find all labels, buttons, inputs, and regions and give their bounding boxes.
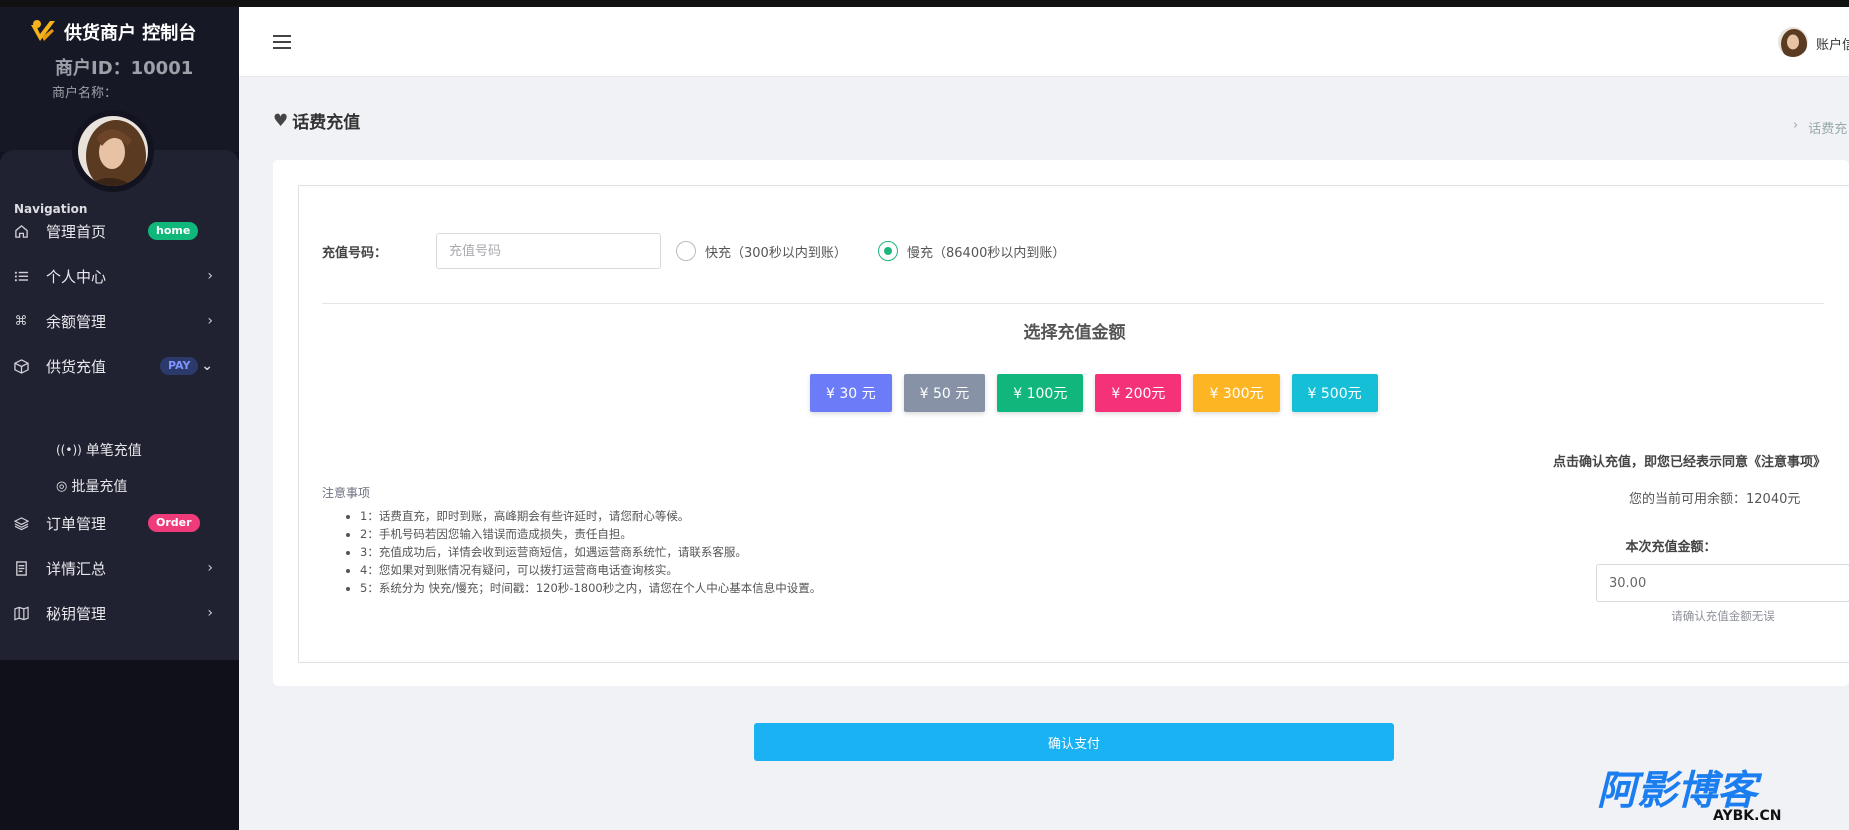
chevron-right-icon: ›	[207, 605, 213, 621]
agree-text: 点击确认充值，即您已经表示同意《注意事项》	[1552, 455, 1826, 470]
watermark-logo: 阿影博客 AYBK.CN	[1597, 768, 1781, 822]
chrome-icon: ◎	[56, 478, 68, 494]
sidebar-item-label: 管理首页	[46, 222, 107, 241]
page-title: ♥ 话费充值	[273, 108, 361, 134]
notes-item: 2：手机号码若因您输入错误而造成损失，责任自担。	[360, 525, 821, 543]
sidebar-subitem-label: 批量充值	[71, 479, 128, 495]
sidebar-item-label: 个人中心	[46, 267, 107, 286]
chevron-right-icon: ›	[207, 560, 213, 576]
recharge-card: 充值号码： 快充（300秒以内到账） 慢充（86400秒以内到账） 选择充值金额…	[273, 160, 1849, 686]
document-icon	[13, 560, 29, 576]
brand[interactable]: 供货商户 控制台	[28, 17, 196, 47]
amount-button-100[interactable]: ¥ 100元	[997, 374, 1084, 412]
breadcrumb-current[interactable]: 话费充	[1808, 118, 1847, 137]
notes-title: 注意事项	[322, 486, 371, 500]
sidebar-item-label: 订单管理	[46, 514, 107, 533]
recharge-form: 充值号码： 快充（300秒以内到账） 慢充（86400秒以内到账） 选择充值金额…	[298, 185, 1849, 663]
divider	[322, 303, 1824, 304]
notes-item: 1：话费直充，即时到账，高峰期会有些许延时，请您耐心等候。	[360, 507, 821, 525]
chevron-down-icon: ⌄	[201, 358, 213, 374]
recharge-number-input[interactable]	[436, 233, 661, 269]
sidebar-item-profile[interactable]: 个人中心 ›	[0, 256, 239, 296]
sidebar-item-supply-recharge[interactable]: 供货充值 PAY ⌄	[0, 346, 239, 386]
layers-icon	[13, 515, 29, 531]
notes-item: 4：您如果对到账情况有疑问，可以拨打运营商电话查询核实。	[360, 561, 821, 579]
sidebar-item-label: 供货充值	[46, 357, 107, 376]
sidebar-avatar-frame	[72, 110, 154, 192]
user-avatar-image-icon	[1778, 27, 1808, 57]
amount-section-title: 选择充值金额	[1023, 323, 1126, 343]
amount-button-30[interactable]: ¥ 30 元	[810, 374, 892, 412]
chevron-right-icon: ›	[207, 268, 213, 284]
amount-hint: 请确认充值金额无误	[1671, 609, 1775, 623]
sidebar-nav: Navigation 管理首页 home 个人中心 › ⌘ 余额管理 › 供货充…	[0, 150, 239, 660]
amount-label: 本次充值金额：	[1625, 540, 1717, 555]
sidebar-item-home[interactable]: 管理首页 home	[0, 211, 239, 251]
radio-slow[interactable]: 慢充（86400秒以内到账）	[878, 241, 1065, 261]
notes-item: 5：系统分为 快充/慢充；时间戳：120秒-1800秒之内，请您在个人中心基本信…	[360, 579, 821, 597]
user-avatar[interactable]	[1778, 27, 1808, 57]
avatar[interactable]	[78, 116, 148, 186]
topbar: 账户信	[239, 7, 1849, 77]
amount-button-300[interactable]: ¥ 300元	[1193, 374, 1280, 412]
brand-title: 供货商户 控制台	[64, 23, 197, 44]
box-icon	[13, 358, 29, 374]
command-icon: ⌘	[14, 313, 28, 329]
top-strip	[0, 0, 1849, 7]
notes-list: 1：话费直充，即时到账，高峰期会有些许延时，请您耐心等候。 2：手机号码若因您输…	[322, 507, 821, 597]
amount-buttons: ¥ 30 元 ¥ 50 元 ¥ 100元 ¥ 200元 ¥ 300元 ¥ 500…	[810, 374, 1378, 412]
amount-button-50[interactable]: ¥ 50 元	[903, 374, 986, 412]
menu-toggle-icon[interactable]	[273, 35, 291, 49]
svg-text:AYBK.CN: AYBK.CN	[1713, 808, 1781, 822]
sidebar-item-keys[interactable]: 秘钥管理 ›	[0, 593, 239, 633]
order-badge: Order	[148, 514, 200, 532]
page-title-text: 话费充值	[292, 113, 361, 133]
pay-badge: PAY	[160, 357, 199, 375]
avatar-image-icon	[78, 116, 148, 186]
notes: 注意事项 1：话费直充，即时到账，高峰期会有些许延时，请您耐心等候。 2：手机号…	[322, 484, 821, 597]
radio-fast-circle[interactable]	[676, 241, 696, 261]
heart-icon: ♥	[273, 110, 289, 131]
radio-slow-circle[interactable]	[878, 241, 898, 261]
home-icon	[13, 223, 29, 239]
breadcrumb-separator: ›	[1793, 118, 1799, 133]
number-label: 充值号码：	[322, 246, 388, 261]
confirm-pay-button[interactable]: 确认支付	[754, 723, 1394, 761]
broadcast-icon: ((•))	[56, 443, 82, 457]
sidebar-item-orders[interactable]: 订单管理 Order	[0, 503, 239, 543]
sidebar: 供货商户 控制台 商户ID：10001 商户名称： Navigation 管理首…	[0, 7, 239, 830]
sidebar-subitem-label: 单笔充值	[85, 443, 142, 459]
merchant-name: 商户名称：	[52, 86, 118, 101]
amount-button-200[interactable]: ¥ 200元	[1095, 374, 1182, 412]
account-menu[interactable]: 账户信	[1816, 34, 1849, 53]
home-badge: home	[148, 222, 199, 240]
radio-fast-label: 快充（300秒以内到账）	[705, 245, 847, 261]
sidebar-footer	[0, 660, 239, 830]
radio-slow-label: 慢充（86400秒以内到账）	[907, 245, 1066, 261]
sidebar-subitem-single-recharge[interactable]: ((•)) 单笔充值	[56, 440, 142, 460]
sidebar-item-summary[interactable]: 详情汇总 ›	[0, 548, 239, 588]
chevron-right-icon: ›	[207, 313, 213, 329]
breadcrumb: › 话费充	[1793, 118, 1847, 137]
brand-logo-icon	[31, 20, 55, 41]
radio-fast[interactable]: 快充（300秒以内到账）	[676, 241, 847, 261]
notes-item: 3：充值成功后，详情会收到运营商短信，如遇运营商系统忙，请联系客服。	[360, 543, 821, 561]
sidebar-subitem-batch-recharge[interactable]: ◎ 批量充值	[56, 476, 127, 496]
sidebar-item-label: 余额管理	[46, 312, 107, 331]
amount-button-500[interactable]: ¥ 500元	[1291, 374, 1378, 412]
map-icon	[13, 605, 29, 621]
sidebar-item-label: 秘钥管理	[46, 604, 107, 623]
sidebar-item-balance[interactable]: ⌘ 余额管理 ›	[0, 301, 239, 341]
amount-input[interactable]	[1596, 564, 1849, 602]
merchant-id: 商户ID：10001	[55, 58, 194, 79]
sidebar-item-label: 详情汇总	[46, 559, 107, 578]
balance-text: 您的当前可用余额：12040元	[1629, 492, 1801, 507]
list-icon	[13, 268, 29, 284]
